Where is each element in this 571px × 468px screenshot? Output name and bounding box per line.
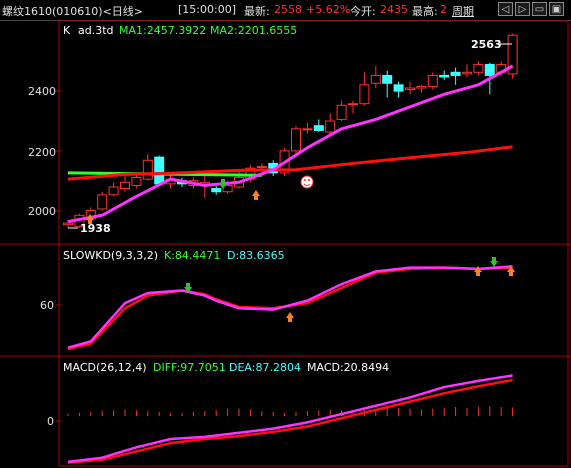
macd-dea-line — [67, 378, 513, 464]
period-link[interactable]: 周期 — [452, 3, 474, 19]
high-marker-label: 2563 — [471, 38, 502, 51]
kd-tick-60: 60 — [40, 299, 54, 312]
candle-body — [211, 188, 222, 193]
main-label-k: K — [63, 24, 71, 37]
candle-body — [313, 125, 324, 131]
candle-body — [382, 74, 393, 84]
price-tick-2400: 2400 — [28, 85, 56, 98]
macd-diff-line — [67, 374, 513, 464]
macd-tick-0: 0 — [47, 415, 54, 428]
ma1-legend: MA1:2457.3922 — [119, 24, 206, 37]
price-tick-2000: 2000 — [28, 205, 56, 218]
chart-area: K ad.3td MA1:2457.3922 MA2:2201.6555 240… — [0, 20, 571, 467]
candle-body — [142, 159, 153, 180]
candle-body — [393, 84, 404, 92]
candle-body — [302, 128, 313, 131]
buy-arrow-icon — [252, 190, 260, 200]
high-value: 2 — [440, 3, 447, 16]
candle-body — [450, 71, 461, 76]
ma1-line — [67, 64, 514, 224]
kd-name: SLOWKD(9,3,3,2) — [63, 249, 158, 262]
candle-body — [256, 166, 267, 169]
low-marker-label: 1938 — [80, 222, 111, 235]
candle-body — [131, 177, 142, 186]
candle-body — [439, 74, 450, 78]
ma-layer — [67, 64, 514, 224]
candle-body — [154, 156, 165, 185]
smiley-icon — [300, 175, 314, 189]
restore-button[interactable]: ▭ — [532, 2, 547, 16]
kd-d-value: D:83.6365 — [227, 249, 285, 262]
sell-arrow-icon — [490, 257, 498, 267]
ma2-line — [67, 145, 513, 181]
candle-body — [405, 87, 415, 91]
kd-layer — [67, 265, 513, 351]
instrument-title: 螺纹1610(010610)<日线> — [2, 5, 144, 18]
latest-label: 最新: — [244, 5, 270, 18]
time-label: [15:00:00] — [178, 3, 236, 16]
candle-body — [473, 63, 484, 73]
price-tick-2200: 2200 — [28, 146, 56, 159]
kd-d-line — [67, 266, 513, 351]
candle-body — [63, 222, 73, 226]
high-label: 最高: — [412, 5, 438, 18]
maximize-button[interactable]: ▣ — [549, 2, 564, 16]
macd-macd-value: MACD:20.8494 — [307, 361, 389, 374]
macd-name: MACD(26,12,4) — [63, 361, 147, 374]
candle-body — [370, 74, 381, 84]
change-pct: +5.62% — [306, 3, 351, 16]
candle-body — [291, 128, 301, 152]
candle-body — [336, 104, 347, 120]
kd-k-line — [67, 265, 513, 349]
main-label-indicator: ad.3td — [78, 24, 114, 37]
scroll-right-button[interactable]: ▷ — [515, 2, 530, 16]
open-value: 2435 — [380, 3, 408, 16]
macd-diff-value: DIFF:97.7051 — [153, 361, 226, 374]
candle-body — [359, 84, 370, 105]
latest-value: 2558 — [274, 3, 302, 16]
candle-body — [348, 103, 358, 106]
candle-body — [427, 74, 438, 87]
candle-body — [416, 85, 427, 89]
macd-dea-value: DEA:87.2804 — [229, 361, 301, 374]
kd-k-value: K:84.4471 — [164, 249, 220, 262]
ma2-legend: MA2:2201.6555 — [210, 24, 297, 37]
candle-body — [108, 186, 119, 196]
candle-body — [97, 194, 108, 210]
macd-layer — [67, 374, 514, 464]
candle-body — [462, 71, 472, 75]
scroll-left-button[interactable]: ◁ — [498, 2, 513, 16]
candle-body — [484, 63, 495, 76]
candle-body — [325, 120, 336, 133]
buy-arrow-icon — [286, 312, 294, 322]
open-label: 今开: — [350, 5, 376, 18]
title-bar: 螺纹1610(010610)<日线> [15:00:00] 最新: 2558 +… — [0, 0, 571, 21]
candle-body — [120, 181, 130, 190]
